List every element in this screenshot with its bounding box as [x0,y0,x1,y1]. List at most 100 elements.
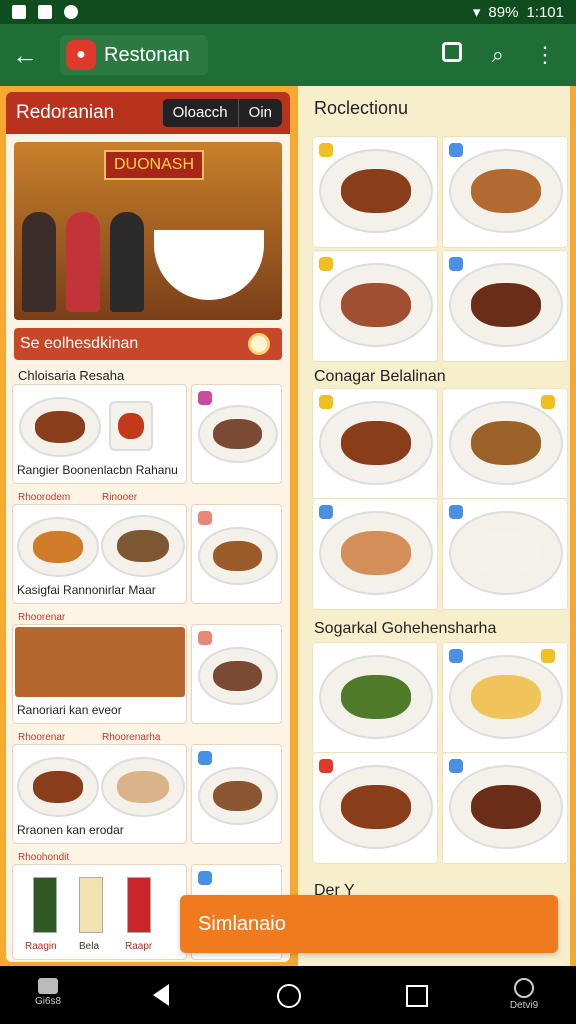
badge-icon [541,395,555,409]
menu-card[interactable]: Rraonen kan erodar [12,744,187,844]
menu-row: Ranoriari kan eveor [12,624,282,724]
dish-card[interactable] [312,136,438,248]
dish-image [319,765,433,849]
badge-icon [197,631,212,645]
dish-image [449,401,563,485]
back-arrow-icon[interactable]: ← [12,40,52,71]
right-section-title: Roclectionu [314,97,409,118]
left-header-title: Redoranian [16,102,115,123]
home-nav-icon[interactable] [274,976,304,1008]
dish-image [319,511,433,595]
menu-card-text: Kasigfai Rannonirlar Maar [17,583,156,597]
left-header: Redoranian Oloacch Oin [6,92,290,134]
badge-icon [449,505,463,519]
menu-card[interactable] [190,504,282,604]
drink-label: Raapr [125,941,153,952]
dish-image [17,517,99,577]
menu-card-text: Ranoriari kan eveor [17,703,122,717]
dish-card[interactable] [312,498,438,610]
dish-card[interactable] [442,388,568,500]
toggle-option-2[interactable]: Oin [237,99,282,127]
menu-card-text: Rangier Boonenlacbn Rahanu [17,463,178,477]
search-icon[interactable]: ⌕ [492,42,504,68]
app-logo-icon: ● [66,40,96,70]
menu-card[interactable]: Ranoriari kan eveor [12,624,187,724]
dish-card[interactable] [312,642,438,754]
section-tag: Rhoorenar [18,612,66,623]
dish-image [449,655,563,739]
section-tag: Rhoohondit [18,852,70,863]
dish-image [197,647,278,705]
badge-icon [449,649,463,663]
dish-card[interactable] [442,136,568,248]
drink-label: Raagin [25,941,57,952]
dish-image [449,765,563,849]
menu-row: Rangier Boonenlacbn Rahanu [12,384,282,484]
dish-image [17,757,99,817]
dish-card[interactable] [442,498,568,610]
view-toggle[interactable]: Oloacch Oin [161,99,282,127]
search-bar[interactable]: Se eolhesdkinan [14,328,282,360]
hero-image: DUONASH [14,142,282,320]
status-right: ▾ 89% 1:101 [473,3,564,22]
dish-card[interactable] [312,752,438,864]
dish-card[interactable] [312,388,438,500]
menu-card[interactable] [190,624,282,724]
dish-image [101,757,185,817]
shield-icon [64,5,78,19]
drinks-card[interactable]: Raagin Bela Raapr [12,864,187,960]
badge-icon [449,759,463,773]
settings-icon [514,978,534,998]
badge-icon [319,257,333,271]
dish-image [19,397,101,457]
menu-card[interactable] [190,744,282,844]
menu-card[interactable]: Rangier Boonenlacbn Rahanu [12,384,187,484]
dish-image [319,263,433,347]
dish-image [319,401,433,485]
dish-image [197,767,278,825]
battery-text: 89% [488,3,519,21]
right-section-title: Conagar Belalinan [314,368,446,385]
drink-glass [33,877,57,933]
badge-icon [197,871,212,885]
back-nav-icon[interactable] [146,976,176,1006]
person-figure [110,212,144,312]
recents-nav-icon[interactable] [402,976,432,1007]
simulate-button[interactable]: Simlanaio [180,895,558,953]
badge-icon [197,511,212,525]
left-panel: Redoranian Oloacch Oin DUONASH Se eolhes… [6,92,290,962]
nav-left-label: Gi6s8 [34,996,62,1007]
dish-photo [15,627,185,697]
square-icon[interactable] [441,42,462,62]
menu-card-text: Rraonen kan erodar [17,823,124,837]
badge-icon [449,143,463,157]
more-icon[interactable]: ⋮ [534,42,556,68]
image-notification-icon [38,5,52,19]
badge-icon [319,505,333,519]
drink-glass [79,877,103,933]
badge-icon [319,395,333,409]
dish-card[interactable] [312,250,438,362]
dish-image [109,401,153,451]
section-heading: Chloisaria Resaha [18,368,125,383]
nav-right-item[interactable]: Detvi9 [504,976,544,1011]
app-title-pill: ● Restonan [60,35,208,75]
menu-card[interactable]: Kasigfai Rannonirlar Maar [12,504,187,604]
section-tag: Rhoorenar [18,732,66,743]
toggle-option-1[interactable]: Oloacch [161,99,238,127]
magnifier-icon[interactable] [248,333,270,355]
nav-right-label: Detvi9 [509,1000,539,1011]
nav-left-item[interactable]: Gi6s8 [28,976,68,1007]
badge-icon [319,143,333,157]
dish-card[interactable] [442,642,568,754]
dish-card[interactable] [442,250,568,362]
app-shortcut-icon [38,978,58,994]
badge-icon [319,759,333,773]
dish-image [449,149,563,233]
dish-card[interactable] [442,752,568,864]
status-bar: ▾ 89% 1:101 [0,0,576,24]
menu-card[interactable] [190,384,282,484]
app-title: Restonan [104,43,190,66]
menu-row: Kasigfai Rannonirlar Maar [12,504,282,604]
badge-icon [449,257,463,271]
